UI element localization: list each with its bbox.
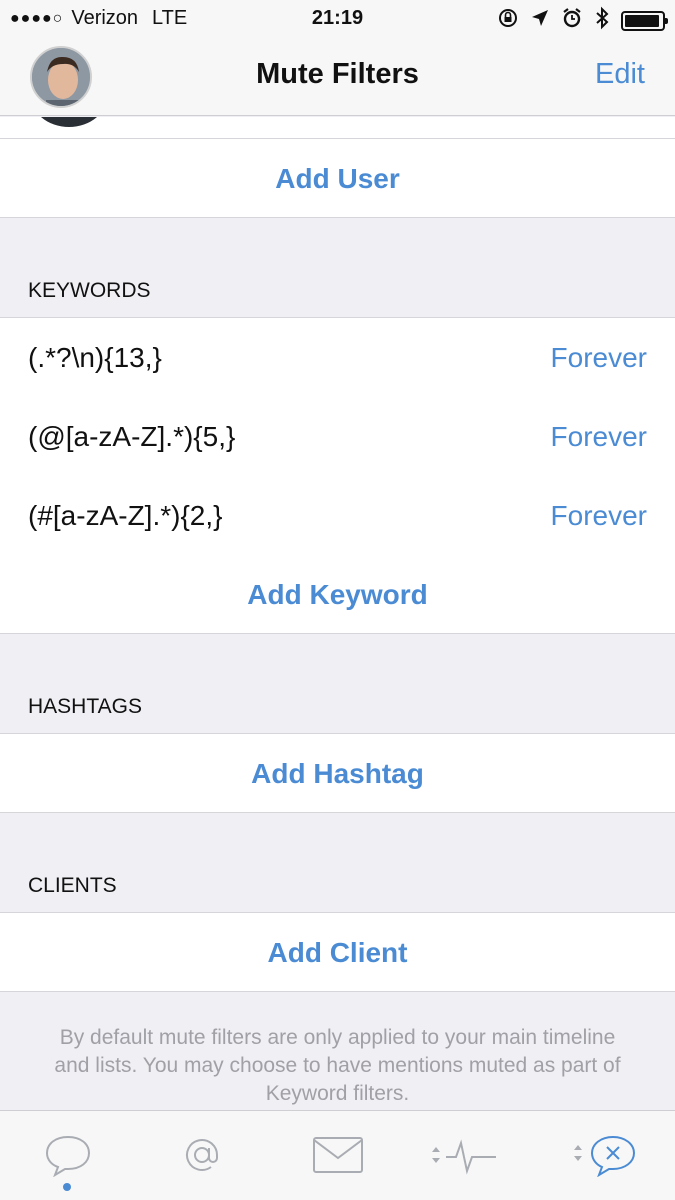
- section-title: CLIENTS: [28, 874, 117, 897]
- activity-icon: [426, 1135, 502, 1175]
- keyword-pattern: (#[a-zA-Z].*){2,}: [28, 499, 223, 531]
- add-keyword-button[interactable]: Add Keyword: [0, 555, 675, 634]
- section-title: KEYWORDS: [28, 279, 151, 302]
- tab-mute-filters[interactable]: [564, 1125, 644, 1185]
- clients-section-header: CLIENTS: [0, 813, 675, 913]
- at-sign-icon: [180, 1133, 224, 1177]
- keyword-pattern: (@[a-zA-Z].*){5,}: [28, 420, 236, 452]
- mute-filters-footnote: By default mute filters are only applied…: [54, 1026, 621, 1105]
- add-hashtag-button[interactable]: Add Hashtag: [0, 734, 675, 813]
- page-title: Mute Filters: [256, 58, 419, 90]
- tab-timeline[interactable]: [28, 1125, 108, 1185]
- tab-activity[interactable]: [424, 1125, 504, 1185]
- add-client-button[interactable]: Add Client: [0, 913, 675, 992]
- keyword-row[interactable]: (#[a-zA-Z].*){2,} Forever: [0, 476, 675, 556]
- add-user-button[interactable]: Add User: [0, 139, 675, 218]
- tab-mentions[interactable]: [162, 1125, 242, 1185]
- keyword-pattern: (.*?\n){13,}: [28, 341, 162, 373]
- battery-icon: [621, 11, 668, 31]
- keyword-duration[interactable]: Forever: [551, 500, 647, 532]
- keyword-row[interactable]: (.*?\n){13,} Forever: [0, 318, 675, 398]
- navigation-bar: Mute Filters Edit: [0, 38, 675, 116]
- keyword-duration[interactable]: Forever: [551, 421, 647, 453]
- keyword-row[interactable]: (@[a-zA-Z].*){5,} Forever: [0, 397, 675, 477]
- envelope-icon: [312, 1136, 364, 1174]
- keywords-section-header: KEYWORDS: [0, 218, 675, 318]
- status-right: [497, 6, 668, 36]
- speech-bubble-icon: [43, 1133, 93, 1177]
- mute-filters-list[interactable]: Add User KEYWORDS (.*?\n){13,} Forever (…: [0, 117, 675, 1110]
- user-avatar: [30, 117, 108, 127]
- tab-bar: [0, 1110, 675, 1200]
- battery-level: [625, 15, 660, 27]
- selected-tab-indicator: [63, 1183, 71, 1191]
- mute-bubble-icon: [568, 1133, 640, 1177]
- rotation-lock-icon: [497, 7, 519, 35]
- keyword-duration[interactable]: Forever: [551, 342, 647, 374]
- tab-messages[interactable]: [298, 1125, 378, 1185]
- hashtags-section-header: HASHTAGS: [0, 634, 675, 734]
- alarm-icon: [561, 7, 583, 35]
- user-row-partial: [0, 117, 675, 139]
- bluetooth-icon: [595, 6, 609, 36]
- edit-button[interactable]: Edit: [595, 58, 645, 91]
- section-title: HASHTAGS: [28, 695, 142, 718]
- status-bar: ●●●●○ Verizon LTE 21:19: [0, 0, 675, 38]
- location-arrow-icon: [531, 9, 549, 33]
